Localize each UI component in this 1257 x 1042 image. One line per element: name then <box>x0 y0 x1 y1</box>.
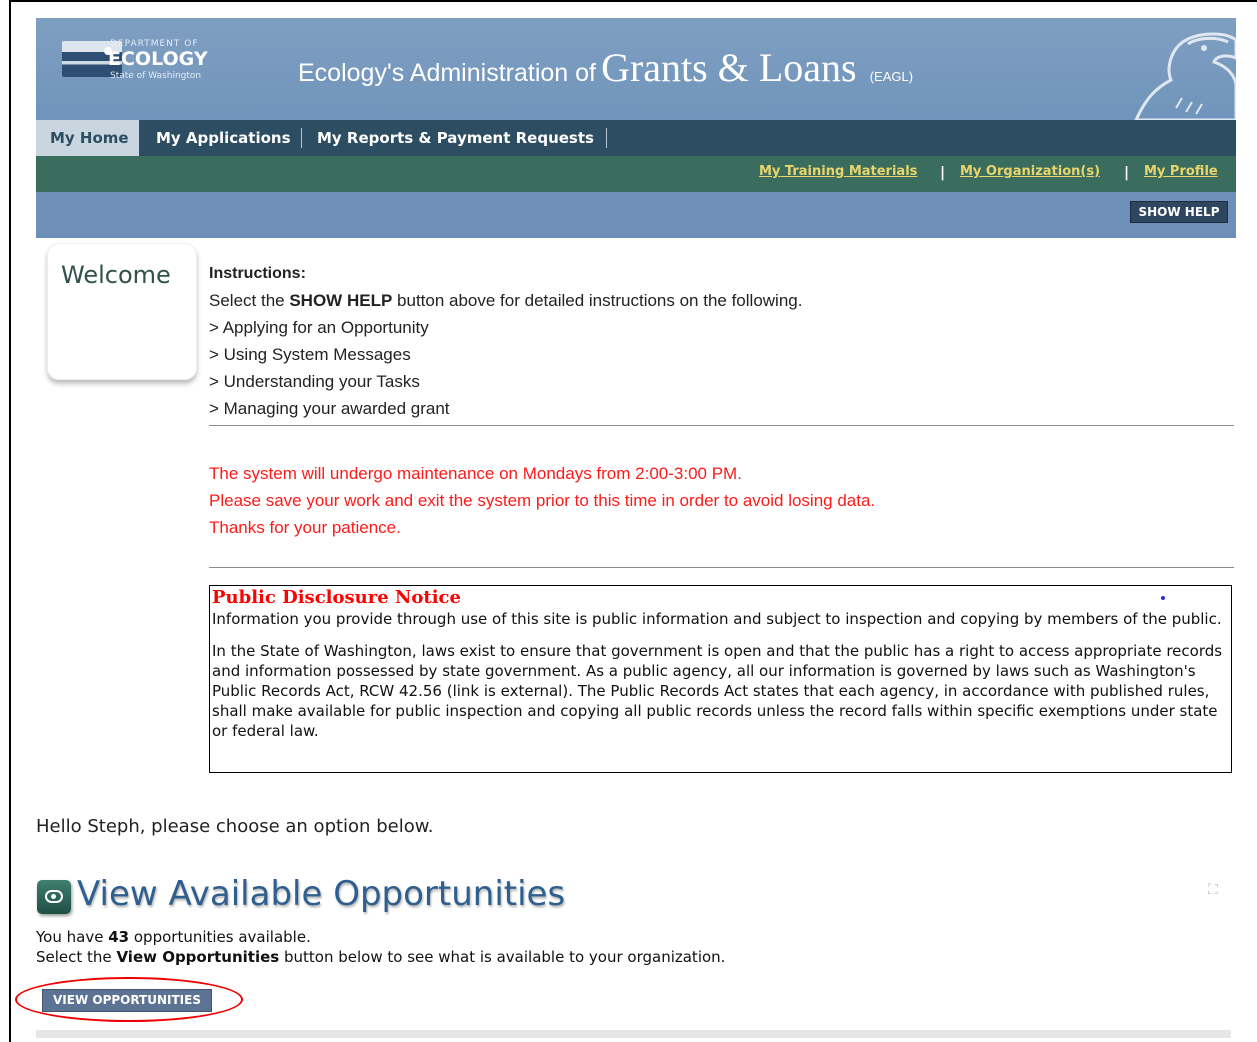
subnav-separator: | <box>940 165 946 181</box>
welcome-label: Welcome <box>61 261 171 289</box>
disclosure-paragraph: In the State of Washington, laws exist t… <box>212 642 1223 740</box>
instructions-intro: Select the SHOW HELP button above for de… <box>209 291 803 310</box>
nav-separator <box>301 128 302 148</box>
instructions-heading: Instructions: <box>209 265 306 282</box>
instruction-item: > Using System Messages <box>209 345 411 364</box>
marker-dot <box>1161 596 1165 600</box>
section-bottom-bar <box>36 1030 1231 1038</box>
rcw-link[interactable]: RCW 42.56 <box>359 682 442 700</box>
page-frame-top <box>9 0 1257 2</box>
tab-my-applications[interactable]: My Applications <box>156 120 291 156</box>
maintenance-notice: The system will undergo maintenance on M… <box>209 460 875 541</box>
greeting: Hello Steph, please choose an option bel… <box>36 816 434 837</box>
divider <box>209 425 1234 426</box>
link-training-materials[interactable]: My Training Materials <box>759 164 917 179</box>
instructions: Instructions: Select the SHOW HELP butto… <box>209 260 802 422</box>
link-my-profile[interactable]: My Profile <box>1144 164 1218 179</box>
opportunities-icon <box>37 880 71 914</box>
main-nav: My Home My Applications My Reports & Pay… <box>36 120 1236 156</box>
maintenance-line: Thanks for your patience. <box>209 518 401 537</box>
eagle-icon <box>1134 32 1236 120</box>
header-banner: DEPARTMENT OF ECOLOGY State of Washingto… <box>36 18 1236 120</box>
tab-my-home[interactable]: My Home <box>36 120 139 156</box>
maintenance-line: The system will undergo maintenance on M… <box>209 464 742 483</box>
instruction-item: > Understanding your Tasks <box>209 372 420 391</box>
expand-icon[interactable]: ⛶ <box>1208 883 1222 897</box>
instruction-item: > Managing your awarded grant <box>209 399 450 418</box>
secondary-nav: My Training Materials | My Organization(… <box>36 156 1236 192</box>
page-frame-left <box>9 0 11 1042</box>
nav-separator <box>606 128 607 148</box>
disclosure-paragraph: Information you provide through use of t… <box>212 610 1222 628</box>
app-title: Ecology's Administration of Grants & Loa… <box>298 45 914 90</box>
divider <box>209 567 1234 568</box>
opportunities-description: You have 43 opportunities available. Sel… <box>36 928 726 966</box>
welcome-card: Welcome <box>47 243 197 380</box>
instruction-item: > Applying for an Opportunity <box>209 318 429 337</box>
opportunities-count: 43 <box>108 928 130 946</box>
logo-ecology-text: ECOLOGY <box>108 48 208 70</box>
help-bar: SHOW HELP <box>36 192 1236 238</box>
show-help-button[interactable]: SHOW HELP <box>1130 201 1228 223</box>
ecology-logo[interactable]: DEPARTMENT OF ECOLOGY State of Washingto… <box>62 39 212 83</box>
link-my-organizations[interactable]: My Organization(s) <box>960 164 1100 179</box>
tab-my-reports[interactable]: My Reports & Payment Requests <box>317 120 594 156</box>
highlight-circle <box>15 977 243 1022</box>
logo-state-text: State of Washington <box>110 71 202 81</box>
opportunities-title: View Available Opportunities <box>77 874 566 914</box>
maintenance-line: Please save your work and exit the syste… <box>209 491 876 510</box>
subnav-separator: | <box>1124 165 1130 181</box>
public-disclosure-box: Public Disclosure Notice Information you… <box>209 585 1232 773</box>
disclosure-title: Public Disclosure Notice <box>212 587 461 608</box>
